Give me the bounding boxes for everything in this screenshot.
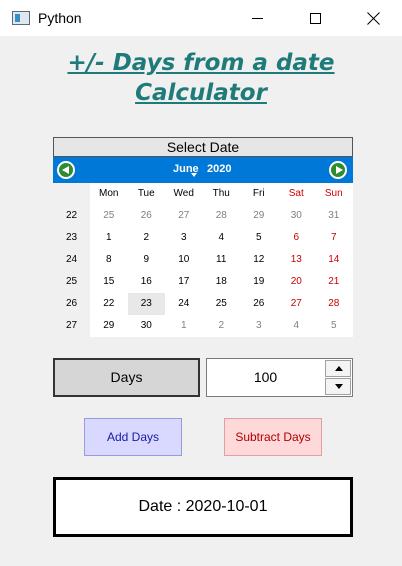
calendar-day[interactable]: 29	[240, 205, 278, 227]
calendar-day[interactable]: 18	[203, 271, 241, 293]
next-month-icon[interactable]	[329, 161, 347, 179]
calendar-day[interactable]: 20	[278, 271, 316, 293]
calendar-day[interactable]: 2	[203, 315, 241, 337]
decrement-arrow-icon[interactable]	[325, 378, 351, 395]
result-display: Date : 2020-10-01	[53, 477, 353, 537]
page-title-line-2: Calculator	[135, 80, 267, 106]
window-title: Python	[38, 10, 82, 26]
weekday-header: Sun	[324, 188, 343, 199]
calendar-day[interactable]: 14	[315, 249, 353, 271]
year-selector[interactable]: 2020	[207, 163, 231, 175]
calendar-grid: Mon Tue Wed Thu Fri Sat Sun 22 25 26 27 28 29 30 31 23 1…	[53, 183, 353, 337]
calendar-day[interactable]: 5	[315, 315, 353, 337]
close-button[interactable]	[350, 0, 396, 36]
calendar-day[interactable]: 28	[315, 293, 353, 315]
days-label: Days	[53, 358, 200, 397]
calendar-day[interactable]: 28	[203, 205, 241, 227]
calendar-day[interactable]: 3	[240, 315, 278, 337]
calendar-day[interactable]: 19	[240, 271, 278, 293]
calendar-day[interactable]: 25	[203, 293, 241, 315]
weekday-header: Wed	[173, 188, 194, 199]
calendar-navigation: June 2020	[53, 157, 353, 183]
calendar-day[interactable]: 12	[240, 249, 278, 271]
calendar-day[interactable]: 4	[203, 227, 241, 249]
title-bar: Python	[0, 0, 402, 36]
calendar-day[interactable]: 2	[128, 227, 166, 249]
previous-month-icon[interactable]	[57, 161, 75, 179]
calendar-day[interactable]: 8	[90, 249, 128, 271]
page-title: +/- Days from a date Calculator	[0, 48, 402, 108]
increment-arrow-icon[interactable]	[325, 360, 351, 377]
calendar-day[interactable]: 22	[90, 293, 128, 315]
weekday-header: Sat	[288, 188, 304, 199]
calendar-day[interactable]: 9	[128, 249, 166, 271]
calendar-day[interactable]: 30	[278, 205, 316, 227]
minimize-icon	[251, 17, 263, 19]
week-number: 24	[65, 254, 78, 265]
days-value[interactable]: 100	[207, 359, 324, 396]
page-title-line-1: +/- Days from a date	[67, 50, 335, 76]
calendar-day[interactable]: 31	[315, 205, 353, 227]
calendar-day[interactable]: 26	[240, 293, 278, 315]
calendar-day[interactable]: 17	[165, 271, 203, 293]
calendar-day[interactable]: 27	[165, 205, 203, 227]
calendar-day[interactable]: 11	[203, 249, 241, 271]
weekday-header: Mon	[99, 188, 119, 199]
week-number: 23	[65, 232, 78, 243]
month-dropdown-icon[interactable]	[191, 173, 197, 177]
calendar-day[interactable]: 7	[315, 227, 353, 249]
subtract-days-button[interactable]: Subtract Days	[224, 418, 322, 456]
weekday-header: Tue	[137, 188, 155, 199]
calendar-day[interactable]: 6	[278, 227, 316, 249]
calendar-day[interactable]: 25	[90, 205, 128, 227]
days-spinbox[interactable]: 100	[206, 358, 353, 397]
calendar-day[interactable]: 24	[165, 293, 203, 315]
calendar-day[interactable]: 21	[315, 271, 353, 293]
calendar-day[interactable]: 4	[278, 315, 316, 337]
calendar-day[interactable]: 23	[127, 293, 165, 315]
week-number: 27	[65, 320, 78, 331]
maximize-button[interactable]	[292, 0, 338, 36]
python-app-icon	[12, 11, 30, 25]
calendar-day[interactable]: 26	[128, 205, 166, 227]
calendar-day[interactable]: 15	[90, 271, 128, 293]
calendar-day[interactable]: 5	[240, 227, 278, 249]
add-days-button[interactable]: Add Days	[84, 418, 182, 456]
minimize-button[interactable]	[234, 0, 280, 36]
calendar-header: Select Date	[53, 137, 353, 157]
calendar-day[interactable]: 1	[165, 315, 203, 337]
week-number: 25	[65, 276, 78, 287]
calendar-day[interactable]: 16	[128, 271, 166, 293]
weekday-header: Thu	[212, 188, 230, 199]
calendar-day[interactable]: 10	[165, 249, 203, 271]
maximize-icon	[309, 12, 321, 24]
calendar-day[interactable]: 29	[90, 315, 128, 337]
calendar-day[interactable]: 30	[128, 315, 166, 337]
calendar-day[interactable]: 13	[278, 249, 316, 271]
week-number: 22	[65, 210, 78, 221]
calendar-day[interactable]: 27	[278, 293, 316, 315]
week-number: 26	[65, 298, 78, 309]
close-icon	[367, 12, 380, 25]
calendar-day[interactable]: 1	[90, 227, 128, 249]
calendar-day[interactable]: 3	[165, 227, 203, 249]
weekday-header: Fri	[252, 188, 265, 199]
